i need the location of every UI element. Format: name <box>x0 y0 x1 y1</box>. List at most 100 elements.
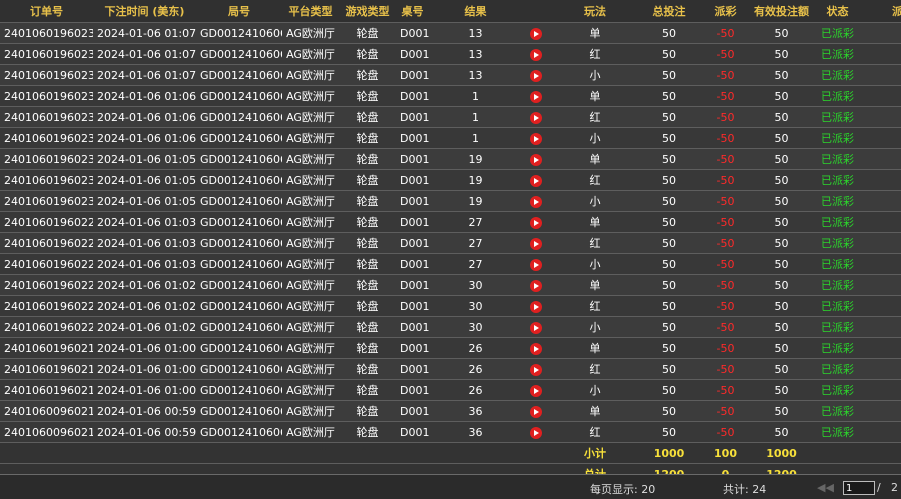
cell-replay[interactable] <box>522 64 550 86</box>
cell-status: 已派彩 <box>810 43 865 65</box>
replay-play-icon[interactable] <box>530 153 542 166</box>
cell-order-number: 240106019602315 <box>0 169 93 191</box>
cell-total-bet: 50 <box>640 169 698 191</box>
col-result: 结果 <box>429 0 522 23</box>
col-bet-time: 下注时间 (美东) <box>93 0 196 23</box>
cell-replay[interactable] <box>522 22 550 44</box>
replay-play-icon[interactable] <box>530 321 542 334</box>
cell-valid-bet: 50 <box>753 43 810 65</box>
cell-total-bet: 50 <box>640 253 698 275</box>
cell-order-number: 240106019602175 <box>0 379 93 401</box>
subtotal-valid: 1000 <box>753 442 810 464</box>
cell-platform: AG欧洲厅 <box>282 106 339 128</box>
cell-bet-type: 红 <box>550 421 640 443</box>
cell-replay[interactable] <box>522 379 550 401</box>
cell-round-number: GD00124106061 <box>196 421 282 443</box>
cell-game-type: 轮盘 <box>339 274 396 296</box>
cell-round-number: GD00124106067 <box>196 43 282 65</box>
replay-play-icon[interactable] <box>530 132 542 145</box>
cell-game-type: 轮盘 <box>339 358 396 380</box>
cell-replay[interactable] <box>522 43 550 65</box>
cell-round-number: GD00124106063 <box>196 274 282 296</box>
replay-play-icon[interactable] <box>530 342 542 355</box>
cell-game-type: 轮盘 <box>339 22 396 44</box>
cell-bet-type: 单 <box>550 211 640 233</box>
cell-extra <box>865 106 901 128</box>
table-row: 2401060196023822024-01-06 01:07:50GD0012… <box>0 43 901 65</box>
cell-table-number: D001 <box>396 400 429 422</box>
replay-play-icon[interactable] <box>530 405 542 418</box>
cell-replay[interactable] <box>522 190 550 212</box>
cell-table-number: D001 <box>396 421 429 443</box>
cell-valid-bet: 50 <box>753 316 810 338</box>
cell-result: 19 <box>429 190 522 212</box>
cell-replay[interactable] <box>522 127 550 149</box>
cell-game-type: 轮盘 <box>339 169 396 191</box>
cell-replay[interactable] <box>522 169 550 191</box>
cell-replay[interactable] <box>522 232 550 254</box>
cell-payout: -50 <box>698 295 753 317</box>
cell-round-number: GD00124106065 <box>196 148 282 170</box>
replay-play-icon[interactable] <box>530 111 542 124</box>
first-page-icon[interactable]: ◀◀ <box>817 481 834 494</box>
replay-play-icon[interactable] <box>530 279 542 292</box>
cell-result: 13 <box>429 64 522 86</box>
cell-game-type: 轮盘 <box>339 43 396 65</box>
replay-play-icon[interactable] <box>530 27 542 40</box>
cell-order-number: 240106019602177 <box>0 337 93 359</box>
cell-replay[interactable] <box>522 421 550 443</box>
cell-game-type: 轮盘 <box>339 127 396 149</box>
cell-replay[interactable] <box>522 358 550 380</box>
table-row: 2401060196023142024-01-06 01:05:04GD0012… <box>0 190 901 212</box>
grandtotal-label: 总计 <box>550 463 640 474</box>
cell-game-type: 轮盘 <box>339 400 396 422</box>
replay-play-icon[interactable] <box>530 363 542 376</box>
cell-status: 已派彩 <box>810 22 865 44</box>
cell-bet-time: 2024-01-06 01:07:50 <box>93 43 196 65</box>
cell-replay[interactable] <box>522 253 550 275</box>
cell-round-number: GD00124106061 <box>196 400 282 422</box>
cell-replay[interactable] <box>522 400 550 422</box>
cell-round-number: GD00124106064 <box>196 253 282 275</box>
cell-replay[interactable] <box>522 106 550 128</box>
replay-play-icon[interactable] <box>530 258 542 271</box>
cell-replay[interactable] <box>522 295 550 317</box>
cell-bet-time: 2024-01-06 01:05:04 <box>93 190 196 212</box>
cell-round-number: GD00124106062 <box>196 358 282 380</box>
cell-platform: AG欧洲厅 <box>282 253 339 275</box>
cell-replay[interactable] <box>522 274 550 296</box>
page-number-input[interactable] <box>843 481 875 495</box>
cell-order-number: 240106009602137 <box>0 400 93 422</box>
replay-play-icon[interactable] <box>530 195 542 208</box>
total-count-label: 共计: 24 <box>723 483 767 496</box>
cell-table-number: D001 <box>396 106 429 128</box>
cell-platform: AG欧洲厅 <box>282 85 339 107</box>
cell-bet-type: 小 <box>550 127 640 149</box>
cell-status: 已派彩 <box>810 211 865 233</box>
replay-play-icon[interactable] <box>530 174 542 187</box>
cell-payout: -50 <box>698 379 753 401</box>
cell-result: 26 <box>429 337 522 359</box>
replay-play-icon[interactable] <box>530 300 542 313</box>
cell-platform: AG欧洲厅 <box>282 274 339 296</box>
cell-replay[interactable] <box>522 316 550 338</box>
cell-table-number: D001 <box>396 253 429 275</box>
cell-replay[interactable] <box>522 337 550 359</box>
cell-replay[interactable] <box>522 85 550 107</box>
replay-play-icon[interactable] <box>530 426 542 439</box>
replay-play-icon[interactable] <box>530 216 542 229</box>
cell-total-bet: 50 <box>640 400 698 422</box>
cell-platform: AG欧洲厅 <box>282 295 339 317</box>
replay-play-icon[interactable] <box>530 69 542 82</box>
col-platform: 平台类型 <box>282 0 339 23</box>
table-row: 2401060196022822024-01-06 01:03:36GD0012… <box>0 211 901 233</box>
replay-play-icon[interactable] <box>530 384 542 397</box>
replay-play-icon[interactable] <box>530 90 542 103</box>
table-row: 2401060096021362024-01-06 00:59:03GD0012… <box>0 421 901 443</box>
cell-replay[interactable] <box>522 211 550 233</box>
cell-extra <box>865 43 901 65</box>
replay-play-icon[interactable] <box>530 237 542 250</box>
cell-replay[interactable] <box>522 148 550 170</box>
cell-platform: AG欧洲厅 <box>282 22 339 44</box>
replay-play-icon[interactable] <box>530 48 542 61</box>
